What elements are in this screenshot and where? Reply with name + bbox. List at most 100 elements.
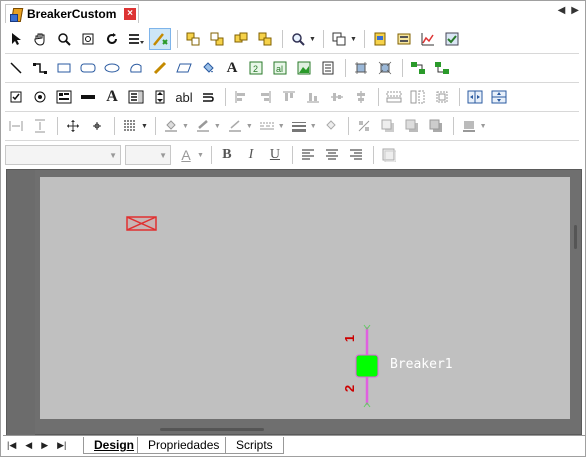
underline-button[interactable]: U: [264, 144, 286, 166]
align-right-icon[interactable]: [254, 86, 276, 108]
first-page-icon[interactable]: |◀: [7, 440, 16, 451]
same-width-icon[interactable]: [383, 86, 405, 108]
text-align-center-icon[interactable]: [321, 144, 343, 166]
hand-icon[interactable]: [29, 28, 51, 50]
grid-list-icon[interactable]: [125, 28, 147, 50]
connect-nodes-icon[interactable]: [407, 57, 429, 79]
document-tab[interactable]: BreakerCustom ×: [5, 4, 139, 23]
radio-tool-icon[interactable]: [29, 86, 51, 108]
arc-icon[interactable]: [125, 57, 147, 79]
line-style-dropdown-icon[interactable]: ▼: [278, 123, 285, 130]
align-middle-icon[interactable]: [326, 86, 348, 108]
text-align-right-icon[interactable]: [345, 144, 367, 166]
next-page-icon[interactable]: ▶: [41, 440, 48, 451]
grid-dropdown-icon[interactable]: ▼: [141, 123, 148, 130]
numbered-box-icon[interactable]: 2: [245, 57, 267, 79]
space-horizontal-icon[interactable]: [5, 115, 27, 137]
check-icon[interactable]: [441, 28, 463, 50]
text-frame-icon[interactable]: [378, 144, 400, 166]
clear-fill-icon[interactable]: [320, 115, 342, 137]
magnifier-icon[interactable]: [287, 28, 309, 50]
rounded-rectangle-icon[interactable]: [77, 57, 99, 79]
layer-icon[interactable]: [328, 28, 350, 50]
ellipse-icon[interactable]: [101, 57, 123, 79]
text-tool-icon[interactable]: A: [221, 57, 243, 79]
anchor-icon[interactable]: [86, 115, 108, 137]
list-box-icon[interactable]: [125, 86, 147, 108]
zoom-icon[interactable]: [53, 28, 75, 50]
tab-scroll-right-icon[interactable]: ▶: [571, 5, 579, 16]
pointer-icon[interactable]: [5, 28, 27, 50]
align-left-icon[interactable]: [230, 86, 252, 108]
broken-image-placeholder-icon[interactable]: [126, 215, 158, 233]
checkbox-tool-icon[interactable]: [5, 86, 27, 108]
grid-dots-icon[interactable]: [119, 115, 141, 137]
refresh-icon[interactable]: [101, 28, 123, 50]
resize-icon[interactable]: [374, 57, 396, 79]
line-color-dropdown-icon[interactable]: ▼: [214, 123, 221, 130]
text-align-left-icon[interactable]: [297, 144, 319, 166]
bring-front-icon[interactable]: [182, 28, 204, 50]
group-icon[interactable]: [230, 28, 252, 50]
tab-propriedades[interactable]: Propriedades: [137, 437, 231, 454]
align-center-icon[interactable]: [350, 86, 372, 108]
layer-dropdown-icon[interactable]: ▼: [350, 36, 357, 43]
line-style-icon[interactable]: [256, 115, 278, 137]
space-vertical-icon[interactable]: [29, 115, 51, 137]
send-back-icon[interactable]: [206, 28, 228, 50]
center-horizontal-icon[interactable]: [464, 86, 486, 108]
connect-tool-icon[interactable]: [149, 28, 171, 50]
parallelogram-icon[interactable]: [173, 57, 195, 79]
ungroup-icon[interactable]: [254, 28, 276, 50]
shadow-2-icon[interactable]: [401, 115, 423, 137]
polyline-icon[interactable]: [29, 57, 51, 79]
breaker-component[interactable]: 1 2: [342, 323, 380, 409]
tab-design[interactable]: Design: [83, 437, 146, 454]
font-color-dropdown-icon[interactable]: ▼: [197, 152, 204, 159]
line-width-dropdown-icon[interactable]: ▼: [310, 123, 317, 130]
italic-button[interactable]: I: [240, 144, 262, 166]
script-icon[interactable]: [317, 57, 339, 79]
shadow-3-icon[interactable]: [425, 115, 447, 137]
move-icon[interactable]: [62, 115, 84, 137]
tab-scripts[interactable]: Scripts: [225, 437, 284, 454]
disconnect-nodes-icon[interactable]: [431, 57, 453, 79]
text-box-icon[interactable]: al: [269, 57, 291, 79]
close-tab-icon[interactable]: ×: [124, 8, 136, 20]
center-vertical-icon[interactable]: [488, 86, 510, 108]
textfield-tool-icon[interactable]: abl: [173, 86, 195, 108]
spinner-tool-icon[interactable]: [149, 86, 171, 108]
border-style-icon[interactable]: [458, 115, 480, 137]
tab-scroll-left-icon[interactable]: ◀: [558, 5, 566, 16]
bold-button[interactable]: B: [216, 144, 238, 166]
same-size-icon[interactable]: [431, 86, 453, 108]
fill-color-dropdown-icon[interactable]: ▼: [182, 123, 189, 130]
pen-color-dropdown-icon[interactable]: ▼: [246, 123, 253, 130]
bar-tool-icon[interactable]: [77, 86, 99, 108]
breaker-label[interactable]: Breaker1: [390, 357, 453, 372]
fill-bucket-icon[interactable]: [197, 57, 219, 79]
last-page-icon[interactable]: ▶|: [57, 440, 66, 451]
same-height-icon[interactable]: [407, 86, 429, 108]
fill-color-icon[interactable]: [160, 115, 182, 137]
design-canvas[interactable]: 1 2 Breaker1: [6, 169, 582, 436]
design-page[interactable]: 1 2 Breaker1: [40, 177, 570, 419]
font-size-combo[interactable]: ▼: [125, 145, 171, 165]
picture-icon[interactable]: [293, 57, 315, 79]
crop-icon[interactable]: [350, 57, 372, 79]
align-top-icon[interactable]: [278, 86, 300, 108]
image-icon[interactable]: [393, 28, 415, 50]
line-color-icon[interactable]: [192, 115, 214, 137]
border-style-dropdown-icon[interactable]: ▼: [480, 123, 487, 130]
prev-page-icon[interactable]: ◀: [25, 440, 32, 451]
shadow-icon[interactable]: [377, 115, 399, 137]
vertical-scrollbar[interactable]: [574, 225, 577, 249]
form-tool-icon[interactable]: [53, 86, 75, 108]
align-bottom-icon[interactable]: [302, 86, 324, 108]
magnifier-dropdown-icon[interactable]: ▼: [309, 36, 316, 43]
chart-icon[interactable]: [417, 28, 439, 50]
font-name-combo[interactable]: ▼: [5, 145, 121, 165]
no-line-icon[interactable]: [353, 115, 375, 137]
font-color-button[interactable]: A: [175, 144, 197, 166]
horizontal-scrollbar[interactable]: [160, 428, 264, 431]
